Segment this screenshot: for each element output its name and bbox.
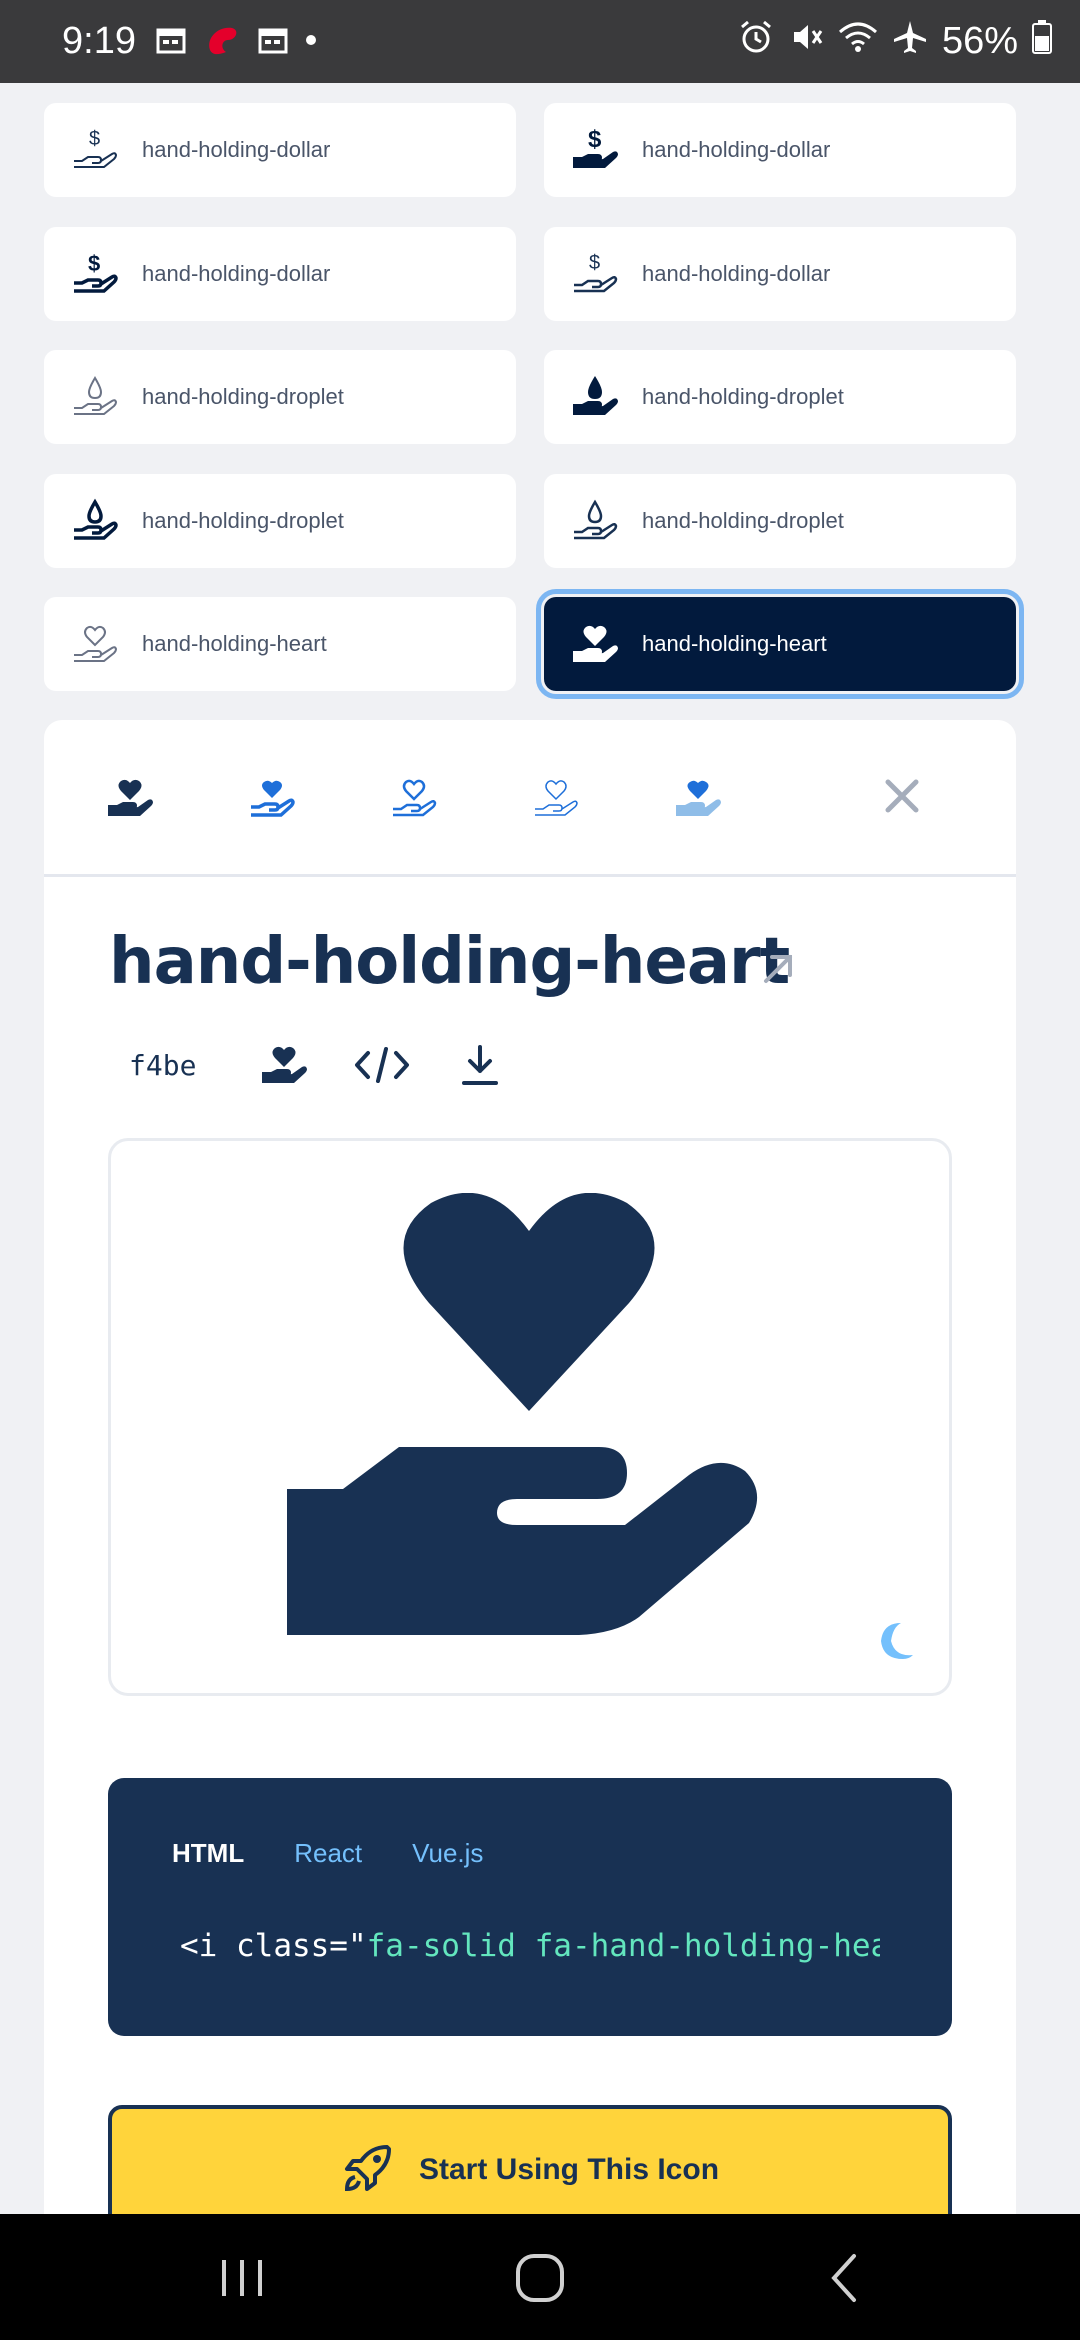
snippet-string: fa-solid fa-hand-holding-heart (366, 1928, 880, 1964)
unicode-value[interactable]: f4be (109, 1049, 216, 1082)
notification-dot-icon (304, 32, 318, 51)
snippet-prefix: <i class=" (180, 1928, 367, 1964)
icon-title: hand-holding-heart (109, 925, 790, 999)
icon-preview (108, 1138, 952, 1696)
hand-holding-dollar-icon: $ (68, 247, 122, 301)
icon-card[interactable]: $ hand-holding-dollar (44, 103, 516, 197)
icon-card[interactable]: hand-holding-heart (44, 597, 516, 691)
icon-label: hand-holding-droplet (142, 508, 344, 533)
wifi-icon (838, 20, 878, 64)
calendar-icon (156, 26, 186, 58)
start-using-button[interactable]: Start Using This Icon (108, 2105, 952, 2220)
icon-label: hand-holding-droplet (642, 384, 844, 409)
icon-label: hand-holding-dollar (142, 137, 331, 162)
icon-card[interactable]: hand-holding-droplet (44, 350, 516, 444)
regular-style-icon[interactable] (242, 768, 302, 828)
svg-text:$: $ (89, 128, 100, 150)
external-link-icon[interactable] (754, 945, 802, 993)
hand-holding-droplet-icon (68, 370, 122, 424)
icon-label: hand-holding-dollar (642, 137, 831, 162)
icon-card[interactable]: hand-holding-droplet (44, 474, 516, 568)
hand-holding-droplet-icon (568, 370, 622, 424)
hand-holding-dollar-icon: $ (68, 123, 122, 177)
style-switcher (44, 720, 1016, 877)
cta-label: Start Using This Icon (418, 2153, 720, 2186)
code-snippet[interactable]: <i class="fa-solid fa-hand-holding-heart (180, 1928, 880, 1964)
thin-style-icon[interactable] (526, 768, 586, 828)
alarm-icon (738, 19, 774, 65)
duotone-style-icon[interactable] (668, 768, 728, 828)
icon-card[interactable]: $ hand-holding-dollar (544, 227, 1016, 321)
hand-holding-heart-icon (568, 617, 622, 671)
svg-text:$: $ (88, 251, 100, 276)
icon-label: hand-holding-heart (142, 631, 327, 656)
icon-label: hand-holding-droplet (642, 508, 844, 533)
tab-vue[interactable]: Vue.js (412, 1838, 483, 1869)
calendar-icon (258, 26, 288, 58)
icon-label: hand-holding-heart (642, 631, 827, 656)
hand-holding-dollar-icon: $ (568, 123, 622, 177)
icon-label: hand-holding-droplet (142, 384, 344, 409)
battery-icon (1032, 19, 1052, 64)
status-bar: 9:19 56% (0, 0, 1080, 83)
back-icon[interactable] (814, 2246, 878, 2310)
recent-apps-icon[interactable] (210, 2246, 274, 2310)
rocket-icon (341, 2141, 395, 2199)
icon-label: hand-holding-dollar (642, 261, 831, 286)
battery-level: 56% (941, 20, 1018, 62)
icon-card-selected[interactable]: hand-holding-heart (536, 589, 1024, 699)
icon-label: hand-holding-dollar (142, 261, 331, 286)
status-time: 9:19 (62, 20, 136, 62)
code-tabs: HTML React Vue.js (172, 1838, 483, 1869)
code-icon[interactable] (352, 1035, 412, 1095)
icon-card[interactable]: hand-holding-droplet (544, 350, 1016, 444)
icon-card[interactable]: $ hand-holding-dollar (44, 227, 516, 321)
hand-holding-droplet-icon (568, 494, 622, 548)
mute-icon (788, 19, 824, 65)
solid-style-icon[interactable] (100, 768, 160, 828)
download-icon[interactable] (450, 1035, 510, 1095)
moon-icon[interactable] (869, 1617, 917, 1665)
svg-text:$: $ (588, 126, 602, 153)
airplane-icon (892, 19, 928, 65)
hand-holding-heart-icon (287, 1193, 758, 1635)
code-snippet-box: HTML React Vue.js <i class="fa-solid fa-… (108, 1778, 952, 2036)
hand-holding-droplet-icon (68, 494, 122, 548)
light-style-icon[interactable] (384, 768, 444, 828)
icon-meta-row: f4be (109, 1030, 510, 1100)
hand-holding-heart-icon (68, 617, 122, 671)
tab-react[interactable]: React (294, 1838, 362, 1869)
svg-text:$: $ (589, 252, 600, 274)
android-nav-bar (0, 2214, 1080, 2340)
close-icon[interactable] (878, 772, 926, 820)
copy-glyph-icon[interactable] (254, 1035, 314, 1095)
tab-html[interactable]: HTML (172, 1838, 244, 1869)
airtel-icon (202, 20, 242, 64)
hand-holding-dollar-icon: $ (568, 247, 622, 301)
icon-detail-panel: hand-holding-heart f4be HTML React Vue.j… (44, 720, 1016, 2220)
icon-card[interactable]: $ hand-holding-dollar (544, 103, 1016, 197)
icon-card[interactable]: hand-holding-droplet (544, 474, 1016, 568)
home-icon[interactable] (508, 2246, 572, 2310)
